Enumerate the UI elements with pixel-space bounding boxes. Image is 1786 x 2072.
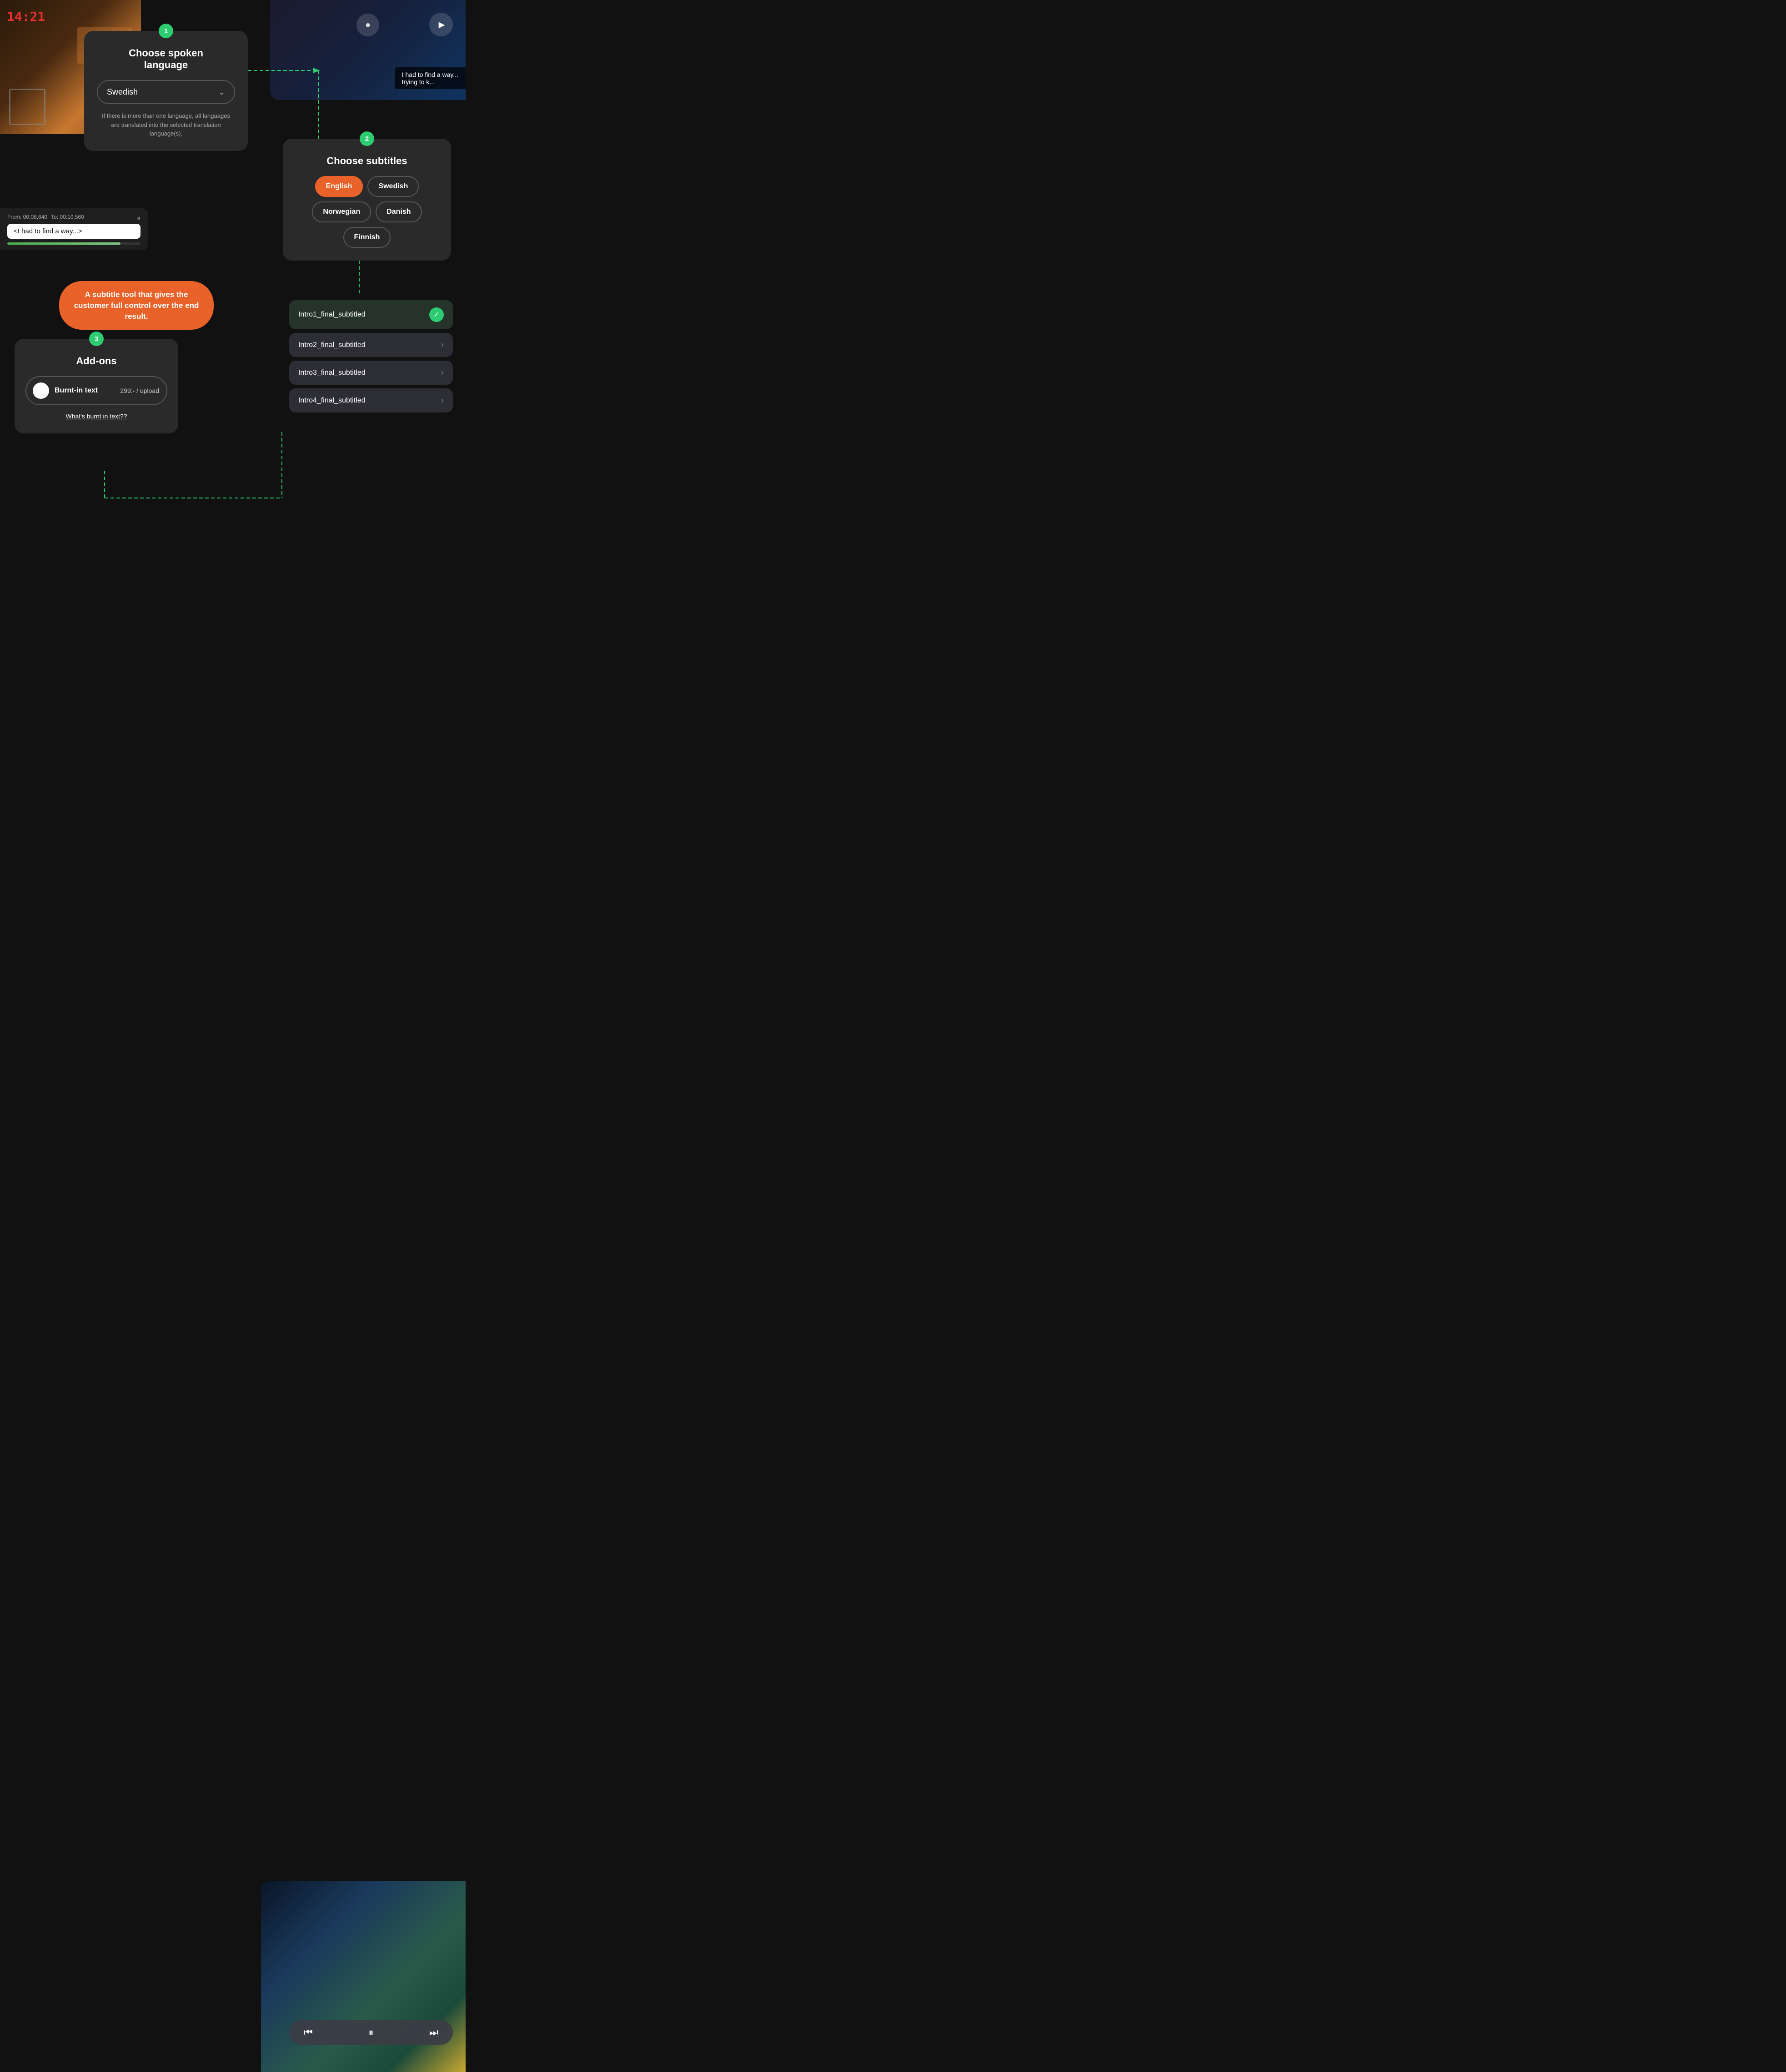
play-button[interactable] [429,13,453,36]
time-from: From: 00:08,640 [7,214,47,220]
file-item-3[interactable]: Intro3_final_subtitled › [289,361,453,385]
pause-icon[interactable]: ⏸ [137,215,141,223]
file-check-icon-1: ✓ [429,307,444,322]
file-list: Intro1_final_subtitled ✓ Intro2_final_su… [289,300,453,416]
timeline-progress-fill [7,242,120,245]
chevron-down-icon: ⌄ [218,87,225,97]
card-choose-subtitles: 2 Choose subtitles English Swedish Norwe… [283,139,451,261]
file-item-2[interactable]: Intro2_final_subtitled › [289,333,453,357]
addon-link[interactable]: What's burnt in text?? [66,412,127,420]
subtitle-line1: I had to find a way... [402,71,458,78]
timeline-progress [7,242,140,245]
step-badge-2: 2 [360,131,374,146]
subtitle-line2: trying to k... [402,78,458,85]
step-badge-3: 3 [89,332,104,346]
promo-badge: A subtitle tool that gives the customer … [59,281,214,330]
file-arrow-icon-2: › [441,340,444,350]
selected-language: Swedish [107,87,138,97]
card1-hint: If there is more than one language, all … [97,111,235,138]
file-name-1: Intro1_final_subtitled [298,311,366,319]
card3-title: Add-ons [25,355,167,367]
video-subtitle: I had to find a way... trying to k... [395,67,466,89]
media-controls: ⏮ ⏸ ⏭ [289,2020,453,2045]
card1-title: Choose spoken language [97,47,235,71]
lang-btn-english[interactable]: English [315,176,363,197]
skip-forward-button[interactable]: ⏭ [429,2027,438,2038]
subtitle-options: English Swedish Norwegian Danish Finnish [294,176,440,248]
pause-button[interactable]: ⏸ [368,2027,373,2038]
timeline-bar: From: 00:08,640 To: 00:10,560 ⏸ <I had t… [0,208,148,250]
language-dropdown[interactable]: Swedish ⌄ [97,80,235,104]
time-to: To: 00:10,560 [51,214,84,220]
card-addons: 3 Add-ons Burnt-in text 299:- / upload W… [15,339,178,433]
lang-btn-swedish[interactable]: Swedish [367,176,419,197]
step-badge-1: 1 [159,24,173,38]
promo-text: A subtitle tool that gives the customer … [74,290,199,321]
addon-price: 299:- / upload [120,387,159,394]
file-name-4: Intro4_final_subtitled [298,397,366,405]
file-arrow-icon-4: › [441,396,444,405]
card2-title: Choose subtitles [294,155,440,167]
addon-name: Burnt-in text [55,387,120,395]
timeline-times: From: 00:08,640 To: 00:10,560 [7,214,140,220]
file-arrow-icon-3: › [441,368,444,377]
card-spoken-language: 1 Choose spoken language Swedish ⌄ If th… [84,31,248,151]
lang-btn-norwegian[interactable]: Norwegian [312,201,371,222]
lang-btn-danish[interactable]: Danish [376,201,421,222]
skip-back-button[interactable]: ⏮ [304,2027,313,2038]
file-item-1[interactable]: Intro1_final_subtitled ✓ [289,300,453,329]
lang-btn-finnish[interactable]: Finnish [343,227,391,248]
timeline-text: <I had to find a way...> [7,224,140,239]
file-name-2: Intro2_final_subtitled [298,341,366,349]
file-item-4[interactable]: Intro4_final_subtitled › [289,388,453,412]
addon-row: Burnt-in text 299:- / upload [25,376,167,405]
addon-toggle[interactable] [33,382,49,399]
file-name-3: Intro3_final_subtitled [298,369,366,377]
